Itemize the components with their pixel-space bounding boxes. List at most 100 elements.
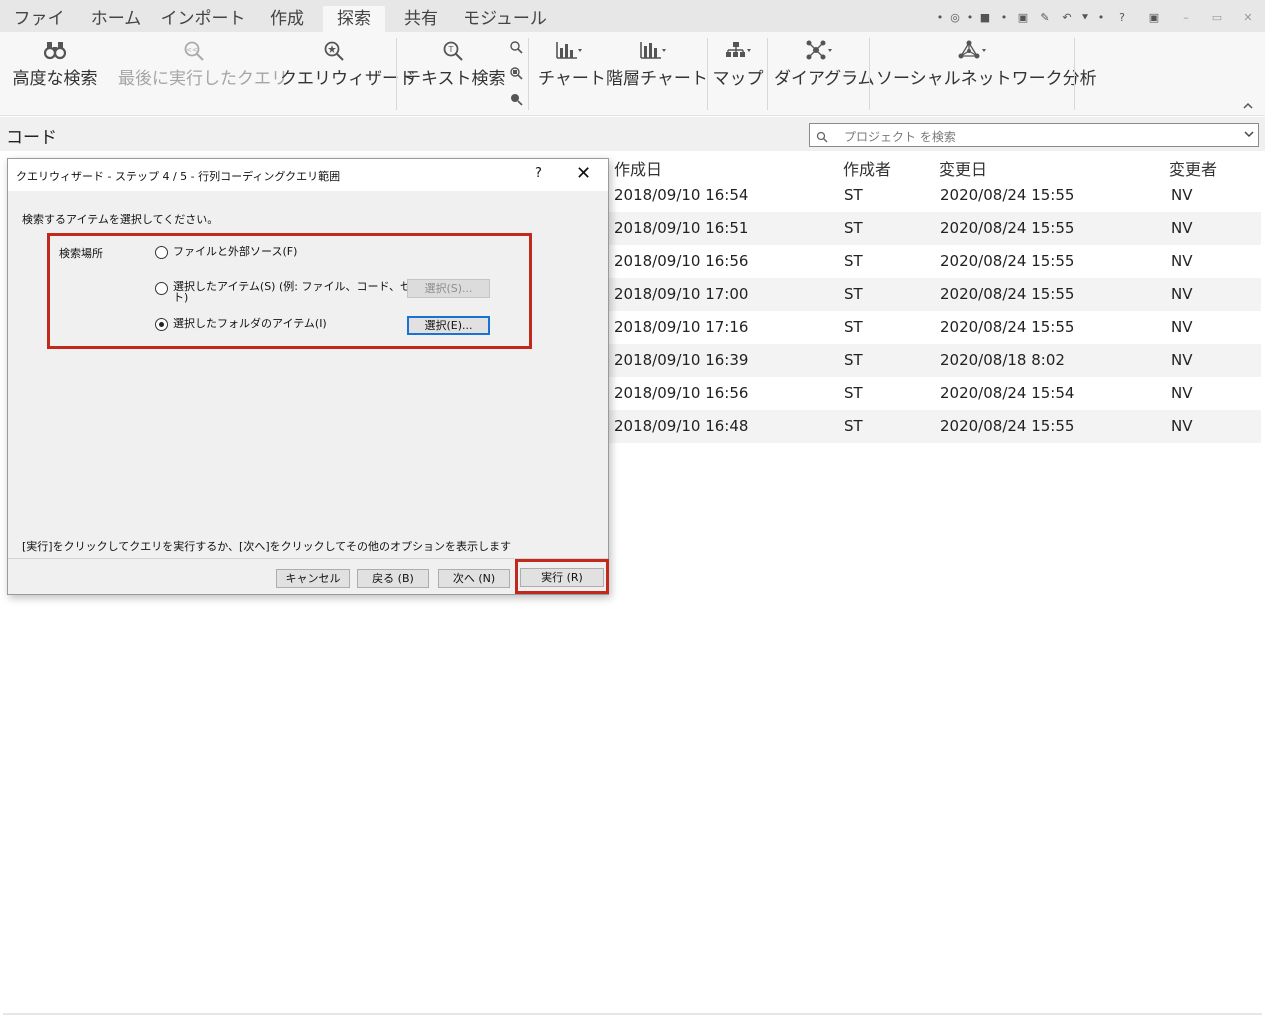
- chart-button[interactable]: チャート: [538, 32, 606, 112]
- minimize-icon[interactable]: –: [1179, 10, 1193, 26]
- radio-selected-items-label[interactable]: 選択したアイテム(S) (例: ファイル、コード、セッ: [173, 281, 422, 293]
- bullet-icon: •: [1097, 11, 1105, 24]
- creator-cell: ST: [844, 318, 863, 336]
- dialog-title: クエリウィザード - ステップ 4 / 5 - 行列コーディングクエリ範囲: [16, 170, 341, 183]
- tab-create[interactable]: 作成: [260, 6, 314, 32]
- dialog-titlebar[interactable]: クエリウィザード - ステップ 4 / 5 - 行列コーディングクエリ範囲 ? …: [8, 159, 608, 191]
- status-divider: [3, 1013, 1262, 1015]
- radio-folder-items[interactable]: [155, 318, 168, 331]
- compound-query-icon[interactable]: [509, 92, 523, 106]
- hierarchy-chart-icon: [606, 32, 700, 62]
- run-button[interactable]: 実行 (R): [520, 568, 604, 587]
- radio-selected-items[interactable]: [155, 282, 168, 295]
- modifier-cell: NV: [1171, 252, 1193, 270]
- table-row[interactable]: 2018/09/10 16:48 ST 2020/08/24 15:55 NV: [607, 410, 1261, 443]
- table-row[interactable]: 2018/09/10 16:54 ST 2020/08/24 15:55 NV: [607, 179, 1261, 212]
- hierarchy-chart-button[interactable]: 階層チャート: [606, 32, 708, 112]
- account-icon[interactable]: ◎: [948, 10, 962, 26]
- tab-modules[interactable]: モジュール: [460, 6, 550, 32]
- restore-icon[interactable]: ▭: [1210, 10, 1224, 26]
- help-icon[interactable]: ?: [1115, 10, 1129, 26]
- save-icon[interactable]: ▣: [1016, 10, 1030, 26]
- diagram-button[interactable]: ダイアグラム: [774, 32, 875, 112]
- network-icon: [876, 32, 1068, 62]
- query-wizard-label: クエリウィザード: [280, 69, 416, 89]
- created-cell: 2018/09/10 16:48: [614, 417, 749, 435]
- tab-share[interactable]: 共有: [394, 6, 448, 32]
- advanced-search-label: 高度な検索: [12, 69, 98, 89]
- modified-cell: 2020/08/18 8:02: [940, 351, 1065, 369]
- radio-folder-items-label[interactable]: 選択したフォルダのアイテム(I): [173, 318, 327, 330]
- feedback-icon[interactable]: ▣: [1147, 10, 1161, 26]
- word-frequency-icon[interactable]: [509, 40, 523, 54]
- chart-label: チャート: [538, 69, 606, 89]
- created-cell: 2018/09/10 16:54: [614, 186, 749, 204]
- select-items-button[interactable]: 選択(S)...: [407, 279, 490, 298]
- table-row[interactable]: 2018/09/10 17:16 ST 2020/08/24 15:55 NV: [607, 311, 1261, 344]
- modified-cell: 2020/08/24 15:55: [940, 186, 1075, 204]
- diagram-icon: [774, 32, 864, 62]
- dialog-instruction: 検索するアイテムを選択してください。: [22, 213, 219, 226]
- edit-icon[interactable]: ✎: [1038, 10, 1052, 26]
- dialog-footer-hint: [実行]をクリックしてクエリを実行するか、[次へ]をクリックしてその他のオプショ…: [22, 540, 511, 553]
- modifier-cell: NV: [1171, 417, 1193, 435]
- matrix-coding-icon[interactable]: [509, 66, 523, 80]
- modified-cell: 2020/08/24 15:55: [940, 318, 1075, 336]
- advanced-search-button[interactable]: 高度な検索: [8, 32, 102, 112]
- select-folders-button[interactable]: 選択(E)...: [407, 316, 490, 335]
- social-network-analysis-label: ソーシャルネットワーク分析: [876, 69, 1097, 89]
- modifier-cell: NV: [1171, 351, 1193, 369]
- creator-cell: ST: [844, 285, 863, 303]
- table-row[interactable]: 2018/09/10 16:39 ST 2020/08/18 8:02 NV: [607, 344, 1261, 377]
- cancel-button[interactable]: キャンセル: [276, 569, 350, 588]
- tab-file[interactable]: ファイル: [6, 6, 72, 55]
- next-button[interactable]: 次へ (N): [438, 569, 510, 588]
- creator-cell: ST: [844, 417, 863, 435]
- map-button[interactable]: マップ: [712, 32, 764, 112]
- creator-cell: ST: [844, 252, 863, 270]
- query-wizard-button[interactable]: クエリウィザード: [280, 32, 416, 112]
- ribbon-separator: [869, 38, 870, 110]
- table-row[interactable]: 2018/09/10 16:56 ST 2020/08/24 15:55 NV: [607, 245, 1261, 278]
- help-icon[interactable]: ?: [535, 166, 542, 181]
- column-header-created[interactable]: 作成日: [614, 156, 662, 180]
- collapse-ribbon-icon[interactable]: [1243, 100, 1253, 113]
- last-query-button[interactable]: << 最後に実行したクエリ: [118, 32, 288, 112]
- diagram-label: ダイアグラム: [774, 69, 875, 89]
- text-search-button[interactable]: T テキスト検索: [404, 32, 506, 112]
- query-wizard-dialog: クエリウィザード - ステップ 4 / 5 - 行列コーディングクエリ範囲 ? …: [7, 158, 609, 595]
- bullet-icon: •: [966, 11, 974, 24]
- svg-text:<<: <<: [186, 46, 198, 54]
- bar-chart-icon: [538, 32, 600, 62]
- column-header-creator[interactable]: 作成者: [843, 156, 891, 180]
- radio-files-external-label[interactable]: ファイルと外部ソース(F): [173, 246, 297, 258]
- sync-icon[interactable]: ■: [978, 10, 992, 26]
- column-header-modifier[interactable]: 変更者: [1169, 156, 1217, 180]
- chevron-down-icon[interactable]: [1244, 127, 1254, 141]
- radio-files-external[interactable]: [155, 246, 168, 259]
- bullet-icon: •: [1000, 11, 1008, 24]
- code-panel-header: コード プロジェクト を検索: [0, 117, 1265, 151]
- tab-import[interactable]: インポート: [160, 6, 246, 32]
- undo-icon[interactable]: ↶: [1060, 10, 1074, 26]
- svg-text:T: T: [448, 45, 454, 54]
- social-network-analysis-button[interactable]: ソーシャルネットワーク分析: [876, 32, 1097, 112]
- table-row[interactable]: 2018/09/10 16:51 ST 2020/08/24 15:55 NV: [607, 212, 1261, 245]
- table-row[interactable]: 2018/09/10 16:56 ST 2020/08/24 15:54 NV: [607, 377, 1261, 410]
- customize-dropdown-icon[interactable]: ⯆: [1078, 10, 1092, 26]
- project-search-input[interactable]: プロジェクト を検索: [809, 123, 1259, 147]
- close-icon[interactable]: ✕: [576, 163, 591, 184]
- modifier-cell: NV: [1171, 285, 1193, 303]
- hierarchy-chart-label: 階層チャート: [606, 69, 708, 89]
- ribbon-separator: [528, 38, 529, 110]
- close-window-icon[interactable]: ✕: [1241, 10, 1255, 26]
- modified-cell: 2020/08/24 15:55: [940, 285, 1075, 303]
- back-button[interactable]: 戻る (B): [357, 569, 429, 588]
- last-query-icon: <<: [118, 32, 270, 62]
- column-header-modified[interactable]: 変更日: [939, 156, 987, 180]
- radio-selected-items-label-cont[interactable]: ト): [173, 292, 188, 304]
- tab-explore[interactable]: 探索: [323, 6, 385, 32]
- modifier-cell: NV: [1171, 318, 1193, 336]
- tab-home[interactable]: ホーム: [84, 6, 148, 32]
- table-row[interactable]: 2018/09/10 17:00 ST 2020/08/24 15:55 NV: [607, 278, 1261, 311]
